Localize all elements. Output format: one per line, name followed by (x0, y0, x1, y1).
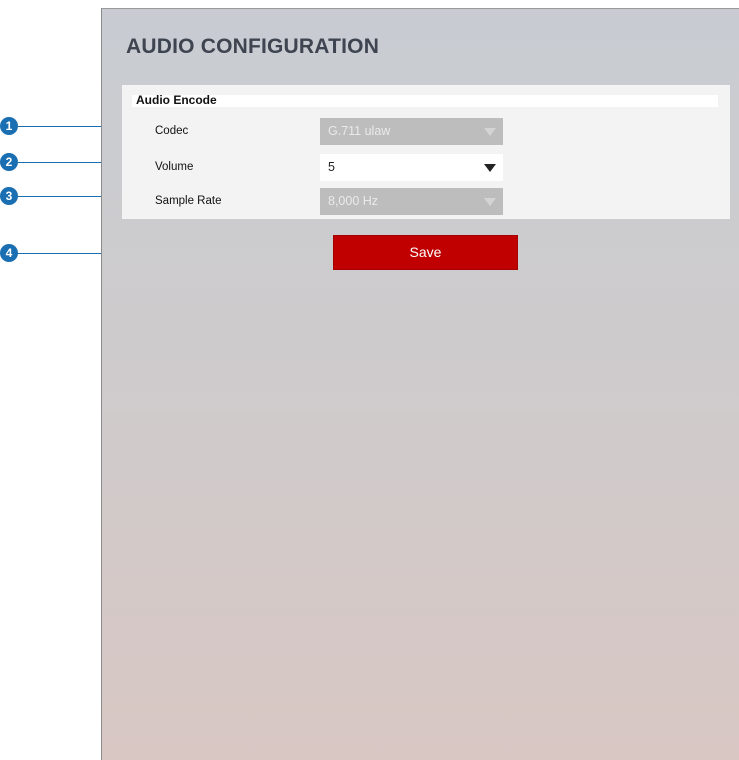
codec-value: G.711 ulaw (328, 124, 391, 138)
volume-select[interactable]: 5 (320, 154, 503, 181)
dropdown-arrow-icon (484, 198, 496, 206)
codec-select[interactable]: G.711 ulaw (320, 118, 503, 145)
callout-1-marker: 1 (0, 117, 18, 135)
callout-4-marker: 4 (0, 244, 18, 262)
save-button[interactable]: Save (333, 235, 518, 270)
dropdown-arrow-icon[interactable] (484, 164, 496, 172)
audio-config-panel: AUDIO CONFIGURATION Audio Encode Codec G… (101, 8, 739, 760)
volume-label: Volume (155, 161, 194, 173)
page-title: AUDIO CONFIGURATION (126, 35, 380, 58)
dropdown-arrow-icon (484, 128, 496, 136)
sample-rate-label: Sample Rate (155, 195, 222, 207)
volume-value: 5 (328, 160, 335, 174)
sample-rate-select[interactable]: 8,000 Hz (320, 188, 503, 215)
callout-2-marker: 2 (0, 153, 18, 171)
callout-3-marker: 3 (0, 187, 18, 205)
codec-label: Codec (155, 125, 189, 137)
section-header-bar (132, 95, 718, 107)
section-title: Audio Encode (136, 93, 217, 107)
audio-encode-section: Audio Encode Codec G.711 ulaw Volume 5 S… (122, 85, 730, 219)
sample-rate-value: 8,000 Hz (328, 194, 379, 208)
